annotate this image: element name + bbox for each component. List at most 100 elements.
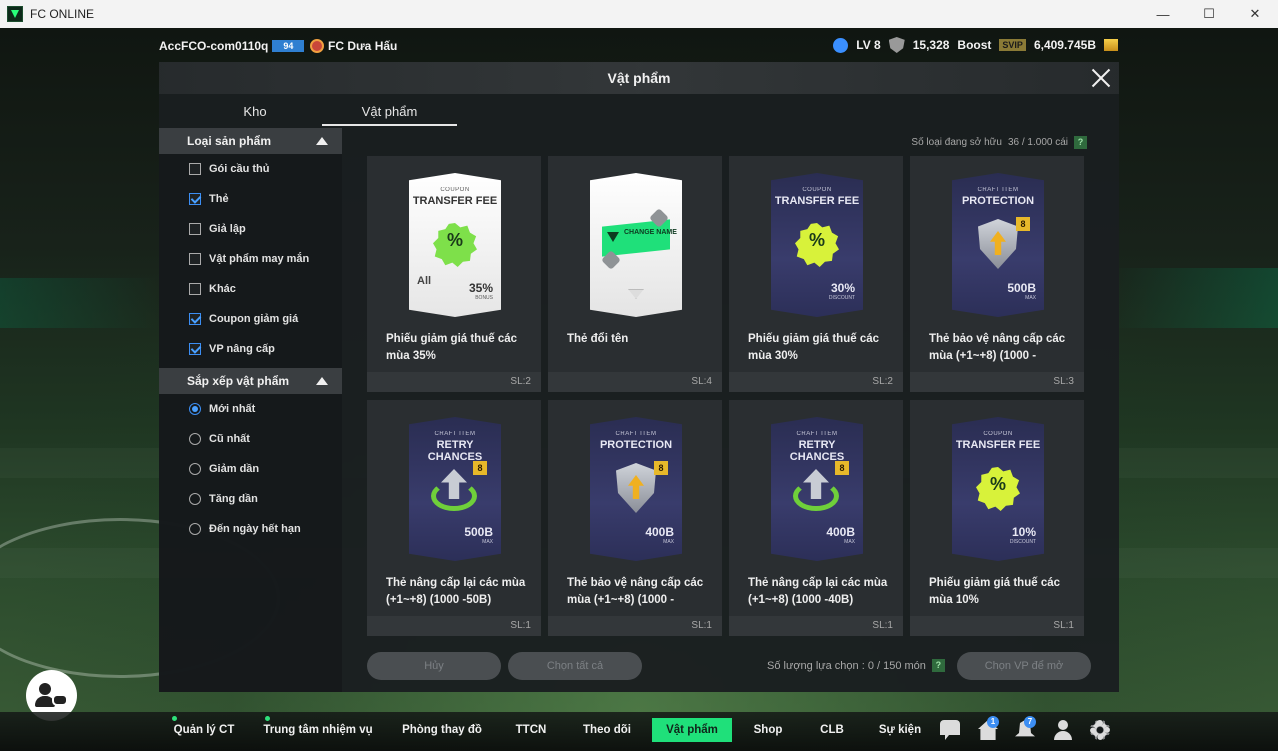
collapse-triangle-icon[interactable] [316,377,328,385]
protection-shield-icon [978,219,1018,269]
nav-item[interactable]: Phòng thay đồ [398,718,486,742]
checkbox[interactable] [189,313,201,325]
card-art-category: CRAFT ITEM [977,187,1019,193]
retry-arrow-icon [793,469,839,511]
item-card-art: CRAFT ITEM PROTECTION 8 400B MAX [590,417,682,561]
nav-item[interactable]: Theo dõi [578,718,636,742]
settings-gear-icon[interactable] [1090,720,1110,740]
nav-item[interactable]: CLB [812,718,852,742]
sort-section-header[interactable]: Sắp xếp vật phẩm [159,368,342,394]
help-icon[interactable]: ? [1074,136,1087,149]
sort-option[interactable]: Đến ngày hết hạn [159,514,342,544]
select-all-button[interactable]: Chọn tất cả [508,652,642,680]
filter-option[interactable]: Thẻ [159,184,342,214]
item-card[interactable]: COUPON TRANSFER FEE% All 35% BONUS Phiếu giảm… [367,156,541,392]
open-items-button[interactable]: Chọn VP để mở [957,652,1091,680]
chat-icon[interactable] [940,720,960,740]
item-card-art: CRAFT ITEM RETRY CHANCES 8 500B MAX [409,417,501,561]
nav-item[interactable]: Shop [748,718,788,742]
nav-item[interactable]: TTCN [508,718,554,742]
radio-button[interactable] [189,463,201,475]
help-icon[interactable]: ? [931,659,945,672]
collapse-triangle-icon[interactable] [316,137,328,145]
item-card[interactable]: CHANGE NAME Thẻ đổi tên SL:4 [548,156,722,392]
filter-option-label: Gói cầu thủ [209,163,270,175]
card-art-text: CHANGE NAME [624,229,677,236]
item-quantity: SL:2 [367,372,541,392]
filter-list: Gói cầu thủ Thẻ Giả lập Vật phẩm may mắn Khá… [159,154,342,364]
window-title: FC ONLINE [30,7,95,21]
radio-button[interactable] [189,523,201,535]
sort-option-label: Cũ nhất [209,433,250,445]
card-art-value: 500B [1007,281,1036,295]
percent-icon: % [808,230,825,250]
sort-option[interactable]: Cũ nhất [159,424,342,454]
filter-option[interactable]: Gói cầu thủ [159,154,342,184]
tab-items[interactable]: Vật phẩm [322,98,457,126]
item-card[interactable]: CRAFT ITEM RETRY CHANCES 8 500B MAX Thẻ nâng … [367,400,541,636]
modal-title: Vật phẩm [607,70,671,86]
radio-button[interactable] [189,433,201,445]
nav-item[interactable]: Sự kiện [872,718,928,742]
checkbox[interactable] [189,283,201,295]
filter-option[interactable]: Coupon giảm giá [159,304,342,334]
profile-icon[interactable] [1053,720,1073,740]
level-badge: 8 [654,461,668,475]
item-quantity: SL:1 [367,616,541,636]
item-quantity: SL:1 [729,616,903,636]
filter-option-label: VP nâng cấp [209,343,275,355]
maximize-button[interactable]: ☐ [1186,0,1232,28]
item-card[interactable]: CRAFT ITEM PROTECTION 8 500B MAX Thẻ bảo vệ n… [910,156,1084,392]
chat-bubble-icon [52,694,68,706]
card-art-value-label: MAX [663,539,674,545]
items-grid: COUPON TRANSFER FEE% All 35% BONUS Phiếu giảm… [367,156,1087,638]
filter-section-header[interactable]: Loại sản phẩm [159,128,342,154]
checkbox[interactable] [189,253,201,265]
item-card[interactable]: COUPON TRANSFER FEE% 10% DISCOUNT Phiếu giảm… [910,400,1084,636]
checkbox[interactable] [189,193,201,205]
nav-item[interactable]: Quản lý CT [168,718,240,742]
radio-button[interactable] [189,493,201,505]
checkbox[interactable] [189,343,201,355]
card-art-heading: RETRY CHANCES [427,439,483,463]
card-art-value: 500B [464,525,493,539]
item-name: Thẻ bảo vệ nâng cấp các mùa (+1~+8) (100… [929,333,1066,362]
filter-option[interactable]: Giả lập [159,214,342,244]
radio-button[interactable] [189,403,201,415]
boost-label[interactable]: Boost [957,38,991,52]
account-info[interactable]: AccFCO-com0110q 94 [159,39,305,53]
club-info[interactable]: FC Dưa Hấu [310,39,397,53]
card-art-heading: TRANSFER FEE [955,439,1041,451]
card-art-value-label: MAX [1025,295,1036,301]
filter-option[interactable]: Vật phẩm may mắn [159,244,342,274]
item-card-art: CRAFT ITEM RETRY CHANCES 8 400B MAX [771,417,863,561]
checkbox[interactable] [189,223,201,235]
item-card[interactable]: CRAFT ITEM RETRY CHANCES 8 400B MAX Thẻ nâng … [729,400,903,636]
person-icon [39,683,51,695]
item-card[interactable]: COUPON TRANSFER FEE% 30% DISCOUNT Phiếu giảm… [729,156,903,392]
window-close-button[interactable]: ✕ [1232,0,1278,28]
close-modal-button[interactable] [1089,66,1113,90]
card-art-value-label: DISCOUNT [828,295,855,301]
item-quantity: SL:1 [548,616,722,636]
nav-item[interactable]: Trung tâm nhiệm vụ [262,718,374,742]
checkbox[interactable] [189,163,201,175]
sort-option[interactable]: Giảm dần [159,454,342,484]
item-name: Thẻ nâng cấp lại các mùa (+1~+8) (1000 -… [386,577,526,606]
item-name: Phiếu giảm giá thuế các mùa 30% [748,333,880,362]
level-badge: 8 [835,461,849,475]
level-text: LV 8 [856,38,881,52]
minimize-button[interactable]: — [1140,0,1186,28]
sort-option[interactable]: Tăng dần [159,484,342,514]
item-card[interactable]: CRAFT ITEM PROTECTION 8 400B MAX Thẻ bảo vệ n… [548,400,722,636]
item-name: Thẻ đổi tên [567,333,629,345]
filter-option[interactable]: Khác [159,274,342,304]
stand-glow [0,278,160,328]
card-art-value-label: MAX [844,539,855,545]
nav-item[interactable]: Vật phẩm [652,718,732,742]
cancel-button[interactable]: Hủy [367,652,501,680]
sort-option[interactable]: Mới nhất [159,394,342,424]
tab-storage[interactable]: Kho [199,98,311,126]
owned-value: 36 / 1.000 cái [1007,137,1068,148]
filter-option[interactable]: VP nâng cấp [159,334,342,364]
